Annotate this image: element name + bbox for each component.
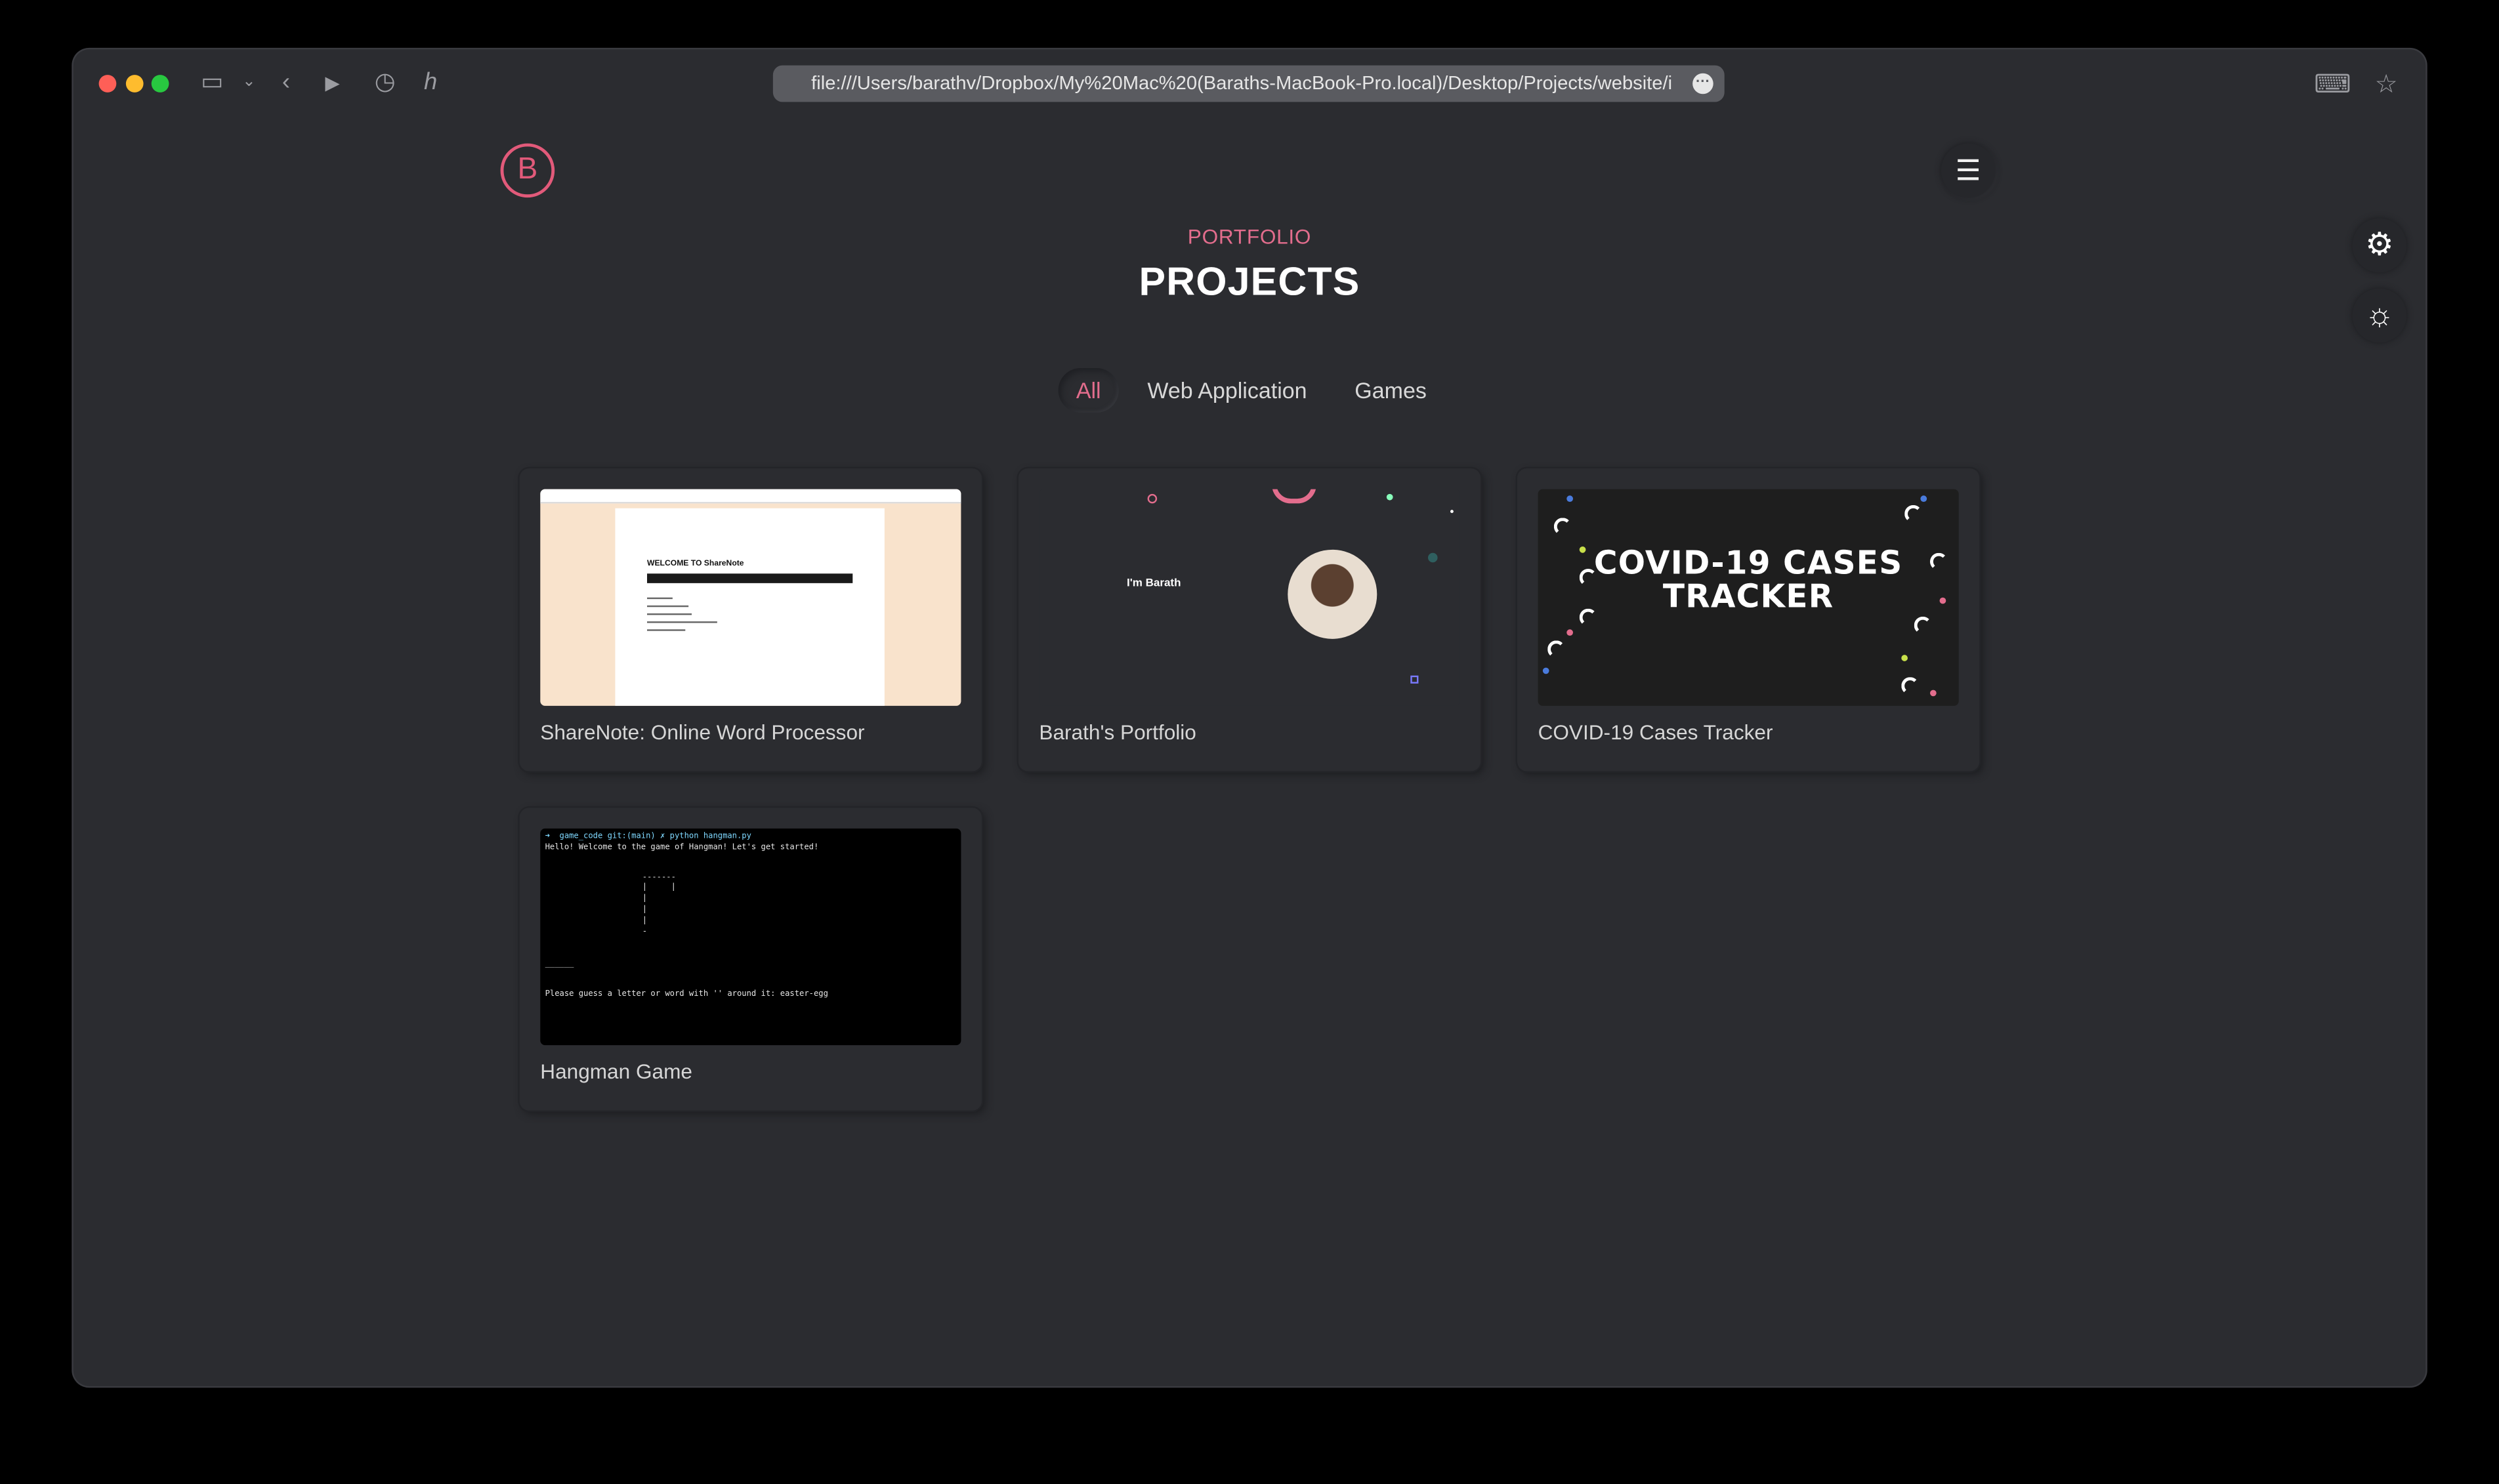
close-window-button[interactable] <box>98 75 117 93</box>
zoom-window-button[interactable] <box>151 75 169 93</box>
section-eyebrow: PORTFOLIO <box>1187 224 1312 249</box>
decor-dot <box>1929 690 1937 697</box>
thumbnail-heading: I'm Barath <box>1126 578 1181 590</box>
project-thumbnail: I'm Barath <box>1039 489 1460 706</box>
text-line <box>646 621 717 623</box>
gallows-art: | <box>642 916 648 926</box>
site-logo[interactable]: B <box>500 143 555 198</box>
gallows-art: | | <box>642 882 676 892</box>
gallows-art: - <box>642 927 648 937</box>
text-line <box>646 605 689 608</box>
decor-curl <box>1914 616 1932 634</box>
decor-dot <box>1542 667 1549 674</box>
decor-curl <box>1579 568 1597 587</box>
project-title: Hangman Game <box>540 1059 692 1084</box>
terminal-line: ➜ game_code git:(main) ✗ python hangman.… <box>545 831 751 842</box>
address-url: file:///Users/barathv/Dropbox/My%20Mac%2… <box>811 72 1673 94</box>
decor-dot <box>1566 629 1573 636</box>
decor-dot <box>1450 510 1454 513</box>
filter-all[interactable]: All <box>1059 368 1119 413</box>
highlight-bar <box>646 573 853 583</box>
decor-dot <box>1579 546 1586 553</box>
decor-dot <box>1939 597 1946 604</box>
browser-toolbar: ▭ ⌄ ‹ ▶ ◷ h file:///Users/barathv/Dropbo… <box>74 49 2426 119</box>
decor-dot <box>1566 495 1573 502</box>
filter-games[interactable]: Games <box>1342 368 1435 413</box>
decor-curl <box>1901 677 1919 695</box>
decor-dot <box>1427 552 1438 563</box>
gallows-art: | <box>642 905 648 915</box>
browser-window: ▭ ⌄ ‹ ▶ ◷ h file:///Users/barathv/Dropbo… <box>73 49 2426 1386</box>
document-page: WELCOME TO ShareNote <box>615 508 885 706</box>
decor-curl <box>1904 505 1922 523</box>
project-card-sharenote[interactable]: WELCOME TO ShareNote ShareNote: Online W… <box>519 468 982 772</box>
gallows-art: | <box>642 894 648 903</box>
more-options-icon[interactable]: ··· <box>1692 73 1713 94</box>
editor-toolbar <box>540 489 961 504</box>
history-clock-icon[interactable]: ◷ <box>375 68 396 97</box>
page-title: PROJECTS <box>1139 259 1360 304</box>
gallows-art: ------- <box>642 873 676 883</box>
decor-curl <box>1579 608 1597 627</box>
text-line <box>646 629 686 631</box>
thumbnail-heading: COVID-19 CASES TRACKER <box>1593 543 1903 615</box>
bookmark-star-icon[interactable]: ☆ <box>2375 68 2398 100</box>
terminal-line: Please guess a letter or word with '' ar… <box>545 989 828 999</box>
profile-photo <box>1288 549 1377 639</box>
translate-icon[interactable]: ⌨ <box>2314 68 2351 100</box>
reader-icon[interactable]: ▶ <box>325 68 339 97</box>
menu-icon: ☰ <box>1955 154 1981 187</box>
project-thumbnail: WELCOME TO ShareNote <box>540 489 961 706</box>
text-line <box>646 613 692 615</box>
sidebar-toggle-icon[interactable]: ▭ <box>201 68 223 97</box>
project-card-covid[interactable]: COVID-19 CASES TRACKER COVID-19 Cases Tr… <box>1517 468 1980 772</box>
thumbnail-heading: WELCOME TO ShareNote <box>646 559 744 569</box>
decor-arc <box>1271 489 1316 504</box>
minimize-window-button[interactable] <box>125 75 144 93</box>
filter-bar: All Web Application Games <box>74 368 2426 413</box>
chevron-down-icon[interactable]: ⌄ <box>242 68 255 97</box>
project-title: Barath's Portfolio <box>1039 720 1196 745</box>
word-blanks: ______ <box>545 958 574 969</box>
decor-curl <box>1553 518 1572 535</box>
decor-dot <box>1386 493 1393 501</box>
decor-dot <box>1147 493 1158 504</box>
project-thumbnail: COVID-19 CASES TRACKER <box>1538 489 1959 706</box>
project-card-portfolio[interactable]: I'm Barath Barath's Portfolio <box>1018 468 1481 772</box>
extension-h-icon[interactable]: h <box>424 68 437 97</box>
decor-dot <box>1901 655 1908 661</box>
decor-dot <box>1920 495 1927 502</box>
back-arrow-icon[interactable]: ‹ <box>282 68 290 97</box>
project-card-hangman[interactable]: ➜ game_code git:(main) ✗ python hangman.… <box>519 808 982 1111</box>
decor-curl <box>1547 640 1565 658</box>
screen: ▭ ⌄ ‹ ▶ ◷ h file:///Users/barathv/Dropbo… <box>0 0 2499 1483</box>
project-title: COVID-19 Cases Tracker <box>1538 720 1773 745</box>
decor-square <box>1410 675 1419 684</box>
decor-curl <box>1929 552 1948 571</box>
project-thumbnail: ➜ game_code git:(main) ✗ python hangman.… <box>540 828 961 1046</box>
terminal-line: Hello! Welcome to the game of Hangman! L… <box>545 842 819 853</box>
project-title: ShareNote: Online Word Processor <box>540 720 865 745</box>
filter-web-application[interactable]: Web Application <box>1131 368 1322 413</box>
hamburger-menu-button[interactable]: ☰ <box>1941 143 1996 198</box>
address-bar[interactable]: file:///Users/barathv/Dropbox/My%20Mac%2… <box>772 65 1725 102</box>
text-line <box>646 597 673 600</box>
